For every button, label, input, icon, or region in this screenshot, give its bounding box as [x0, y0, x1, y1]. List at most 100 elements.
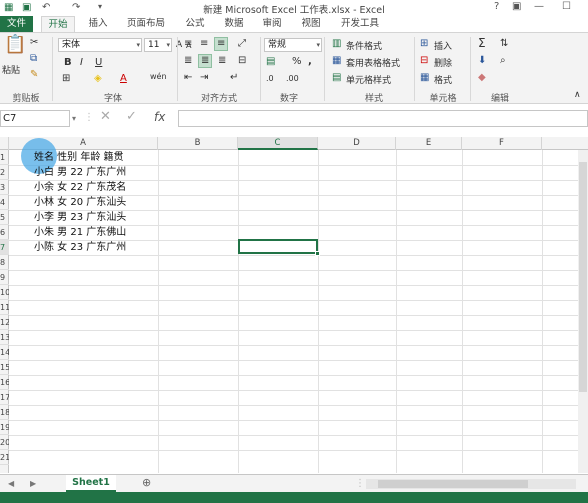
tab-home[interactable]: 开始 [41, 16, 75, 32]
row-header[interactable]: 16 [0, 375, 9, 390]
cell-a5[interactable]: 小李 男 23 广东汕头 [34, 210, 126, 225]
tab-formulas[interactable]: 公式 [180, 16, 210, 32]
cell-a6[interactable]: 小朱 男 21 广东佛山 [34, 225, 126, 240]
decrease-indent-icon[interactable]: ⇤ [184, 72, 192, 84]
find-select-icon[interactable]: ⌕ [500, 55, 506, 67]
horizontal-scrollbar[interactable] [366, 479, 576, 489]
decrease-decimal-icon[interactable]: .00 [286, 73, 299, 85]
tab-review[interactable]: 审阅 [257, 16, 287, 32]
row-header[interactable]: 17 [0, 390, 9, 405]
row-header[interactable]: 7 [0, 240, 9, 255]
cell-styles-icon[interactable]: ▤ [332, 72, 341, 84]
row-header[interactable]: 12 [0, 315, 9, 330]
row-header[interactable]: 2 [0, 165, 9, 180]
tab-data[interactable]: 数据 [219, 16, 249, 32]
tab-page-layout[interactable]: 页面布局 [122, 16, 170, 32]
cell-a4[interactable]: 小林 女 20 广东汕头 [34, 195, 126, 210]
conditional-format-button[interactable]: 条件格式 [346, 39, 382, 52]
horizontal-scroll-thumb[interactable] [378, 480, 528, 488]
new-sheet-icon[interactable]: ⊕ [142, 477, 151, 489]
wrap-text-icon[interactable]: ↵ [230, 72, 238, 84]
collapse-ribbon-icon[interactable]: ∧ [574, 89, 581, 101]
tab-view[interactable]: 视图 [296, 16, 326, 32]
cell-styles-button[interactable]: 单元格样式 [346, 73, 391, 86]
prev-sheet-icon[interactable]: ◀ [8, 478, 14, 490]
merge-center-icon[interactable]: ⊟ [238, 55, 246, 67]
italic-icon[interactable]: I [80, 57, 83, 69]
row-header[interactable]: 5 [0, 210, 9, 225]
row-header[interactable]: 9 [0, 270, 9, 285]
bottom-align-icon[interactable]: ≡ [214, 37, 229, 51]
fill-color-icon[interactable]: ◈ [94, 73, 102, 85]
format-as-table-icon[interactable]: ▦ [332, 55, 341, 67]
select-all-corner[interactable] [0, 137, 9, 150]
formula-input[interactable] [178, 110, 588, 127]
name-box[interactable]: C7 [0, 110, 70, 127]
align-right-icon[interactable]: ≣ [218, 55, 226, 67]
insert-cells-button[interactable]: 插入 [434, 39, 452, 52]
cancel-icon[interactable]: ✕ [100, 110, 111, 123]
column-header-d[interactable]: D [318, 137, 396, 150]
tab-developer[interactable]: 开发工具 [334, 16, 386, 32]
copy-icon[interactable]: ⧉ [30, 53, 37, 65]
row-header[interactable]: 11 [0, 300, 9, 315]
vertical-scrollbar[interactable] [578, 150, 588, 473]
cell-a1[interactable]: 姓名 性别 年龄 籍贯 [34, 150, 124, 165]
row-header[interactable]: 4 [0, 195, 9, 210]
align-center-icon[interactable]: ≣ [198, 54, 213, 68]
cell-a3[interactable]: 小余 女 22 广东茂名 [34, 180, 126, 195]
row-header[interactable]: 19 [0, 420, 9, 435]
row-header[interactable]: 18 [0, 405, 9, 420]
paste-button[interactable]: 粘贴 [2, 63, 20, 76]
top-align-icon[interactable]: ≡ [184, 38, 192, 50]
cell-a2[interactable]: 小白 男 22 广东广州 [34, 165, 126, 180]
number-format-select[interactable]: 常规 ▾ [264, 38, 322, 52]
sheet-tab-sheet1[interactable]: Sheet1 [66, 475, 116, 492]
row-header[interactable]: 20 [0, 435, 9, 450]
format-cells-button[interactable]: 格式 [434, 73, 452, 86]
column-header-c[interactable]: C [238, 137, 318, 150]
column-header-b[interactable]: B [158, 137, 238, 150]
clear-icon[interactable]: ◆ [478, 72, 486, 84]
help-button[interactable]: ? [494, 1, 499, 12]
font-size-select[interactable]: 11 ▾ [144, 38, 172, 52]
cut-icon[interactable]: ✂ [30, 37, 38, 49]
align-left-icon[interactable]: ≣ [184, 55, 192, 67]
insert-cells-icon[interactable]: ⊞ [420, 38, 428, 50]
row-header[interactable]: 8 [0, 255, 9, 270]
row-header[interactable]: 3 [0, 180, 9, 195]
row-header[interactable]: 6 [0, 225, 9, 240]
row-header[interactable]: 10 [0, 285, 9, 300]
active-cell-c7[interactable] [238, 239, 320, 256]
middle-align-icon[interactable]: ≡ [200, 38, 208, 50]
delete-cells-icon[interactable]: ⊟ [420, 55, 428, 67]
insert-function-icon[interactable]: fx [154, 111, 165, 123]
row-header[interactable]: 21 [0, 450, 9, 465]
percent-style-icon[interactable]: % [292, 56, 302, 68]
borders-icon[interactable]: ⊞ [62, 73, 70, 85]
delete-cells-button[interactable]: 删除 [434, 56, 452, 69]
row-header[interactable]: 1 [0, 150, 9, 165]
row-header[interactable]: 14 [0, 345, 9, 360]
cell-a7[interactable]: 小陈 女 23 广东广州 [34, 240, 126, 255]
row-header[interactable]: 15 [0, 360, 9, 375]
comma-style-icon[interactable]: , [308, 56, 312, 68]
row-header[interactable]: 13 [0, 330, 9, 345]
accounting-format-icon[interactable]: ▤ [266, 56, 275, 68]
next-sheet-icon[interactable]: ▶ [30, 478, 36, 490]
orientation-icon[interactable]: ⤢ [238, 38, 246, 50]
column-header-e[interactable]: E [396, 137, 462, 150]
minimize-button[interactable]: — [534, 1, 544, 12]
tab-file[interactable]: 文件 [0, 16, 33, 32]
font-family-select[interactable]: 宋体 ▾ [58, 38, 142, 52]
enter-icon[interactable]: ✓ [126, 110, 137, 123]
phonetic-icon[interactable]: wén [150, 71, 167, 83]
sort-filter-icon[interactable]: ⇅ [500, 38, 508, 50]
fill-icon[interactable]: ⬇ [478, 55, 486, 67]
format-as-table-button[interactable]: 套用表格格式 [346, 56, 400, 69]
column-header-f[interactable]: F [462, 137, 542, 150]
format-painter-icon[interactable]: ✎ [30, 69, 38, 81]
worksheet-grid[interactable]: A B C D E F 1 2 3 4 5 6 7 8 9 10 11 12 1… [0, 137, 588, 473]
increase-indent-icon[interactable]: ⇥ [200, 72, 208, 84]
tab-insert[interactable]: 插入 [83, 16, 113, 32]
